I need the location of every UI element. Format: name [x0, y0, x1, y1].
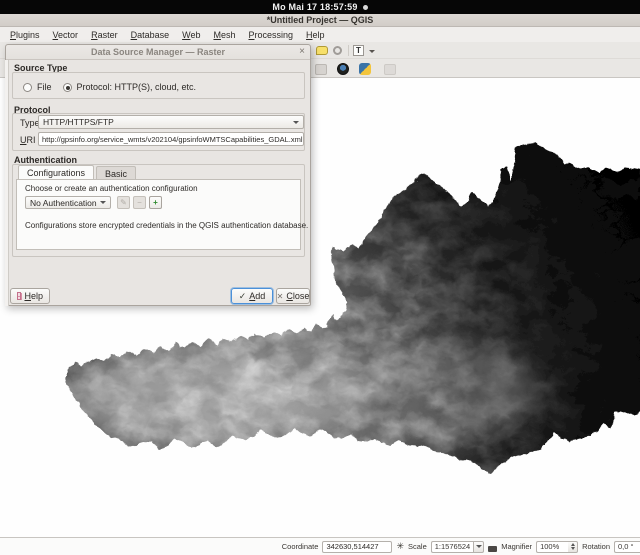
uri-label: URI: [20, 135, 36, 145]
map-tips-icon[interactable]: [316, 44, 329, 57]
close-button[interactable]: ✕ Close: [276, 288, 310, 304]
magnifier-value: 100%: [536, 541, 568, 553]
close-icon: ✕: [277, 292, 284, 301]
add-button-label: Add: [249, 291, 265, 301]
plus-icon: +: [153, 198, 158, 207]
menu-item-vector[interactable]: Vector: [53, 30, 79, 40]
source-type-group: File Protocol: HTTP(S), cloud, etc.: [12, 72, 305, 99]
uri-input[interactable]: http://gpsinfo.org/service_wmts/v202104/…: [38, 132, 304, 146]
rotation-spinbox[interactable]: 0,0 °: [614, 541, 640, 553]
auth-remove-button[interactable]: −: [133, 196, 146, 209]
scale-lock-icon[interactable]: [488, 542, 497, 552]
magnifier-label: Magnifier: [501, 542, 532, 551]
python-console-icon[interactable]: [359, 62, 372, 75]
rotation-label: Rotation: [582, 542, 610, 551]
auth-choose-label: Choose or create an authentication confi…: [25, 184, 198, 193]
auth-config-value: No Authentication: [30, 198, 97, 208]
scale-label: Scale: [408, 542, 427, 551]
extents-icon[interactable]: ✳: [396, 542, 404, 551]
minus-icon: −: [137, 198, 142, 207]
menu-item-database[interactable]: Database: [131, 30, 170, 40]
auth-tabbar: Configurations Basic: [18, 165, 138, 180]
scale-value: 1:1576524: [431, 541, 473, 553]
help-button-label: Help: [24, 291, 43, 301]
menu-item-help[interactable]: Help: [306, 30, 325, 40]
globe-plugin-icon[interactable]: [337, 62, 350, 75]
help-button[interactable]: Help: [10, 288, 50, 304]
window-title: *Untitled Project — QGIS: [267, 15, 374, 25]
text-annotation-icon[interactable]: T: [353, 44, 366, 57]
dialog-close-icon[interactable]: ×: [299, 46, 305, 57]
dialog-title: Data Source Manager — Raster: [91, 47, 225, 57]
auth-tab-panel: Choose or create an authentication confi…: [16, 179, 301, 250]
menu-item-plugins[interactable]: Plugins: [10, 30, 40, 40]
auth-add-button[interactable]: +: [149, 196, 162, 209]
radio-protocol-label[interactable]: Protocol: HTTP(S), cloud, etc.: [77, 82, 197, 92]
dialog-titlebar[interactable]: Data Source Manager — Raster ×: [6, 45, 310, 60]
menubar: Plugins Vector Raster Database Web Mesh …: [0, 27, 640, 42]
chevron-down-icon: [100, 201, 106, 204]
menu-item-web[interactable]: Web: [182, 30, 200, 40]
scale-combobox[interactable]: 1:1576524: [431, 541, 484, 553]
qgis-screen: Mo Mai 17 18:57:59 *Untitled Project — Q…: [0, 0, 640, 555]
radio-protocol[interactable]: [63, 83, 72, 92]
window-titlebar[interactable]: *Untitled Project — QGIS: [0, 14, 640, 27]
disabled-plugin-icon[interactable]: [384, 62, 397, 75]
menu-item-raster[interactable]: Raster: [91, 30, 118, 40]
toolbar-separator: [348, 45, 349, 56]
menu-item-mesh[interactable]: Mesh: [213, 30, 235, 40]
system-status-dot-icon: [363, 5, 368, 10]
disabled-tool-icon[interactable]: [315, 62, 328, 75]
system-clock[interactable]: Mo Mai 17 18:57:59: [272, 2, 357, 12]
add-button[interactable]: ✓ Add: [231, 288, 273, 304]
auth-config-combobox[interactable]: No Authentication: [25, 196, 111, 209]
tab-configurations[interactable]: Configurations: [18, 165, 94, 180]
rotation-value: 0,0 °: [614, 541, 640, 553]
check-icon: ✓: [239, 291, 247, 302]
chevron-down-icon[interactable]: [473, 541, 484, 553]
chevron-down-icon: [293, 121, 299, 124]
magnifier-spinbox[interactable]: 100%: [536, 541, 578, 553]
help-icon: [17, 292, 21, 300]
coordinate-label: Coordinate: [282, 542, 319, 551]
radio-file[interactable]: [23, 83, 32, 92]
auth-edit-button[interactable]: ✎: [117, 196, 130, 209]
auth-note: Configurations store encrypted credentia…: [25, 221, 308, 230]
type-combobox[interactable]: HTTP/HTTPS/FTP: [38, 115, 304, 129]
tab-basic[interactable]: Basic: [96, 166, 136, 180]
bookmark-icon[interactable]: [333, 44, 346, 57]
radio-file-label[interactable]: File: [37, 82, 52, 92]
spinner-arrows-icon[interactable]: [568, 541, 578, 553]
system-top-bar: Mo Mai 17 18:57:59: [0, 0, 640, 14]
close-button-label: Close: [286, 291, 309, 301]
dialog-left-panel-edge: [5, 60, 9, 306]
statusbar: Coordinate 342630,514427 ✳ Scale 1:15765…: [0, 537, 640, 555]
pencil-icon: ✎: [120, 198, 127, 207]
type-label: Type: [20, 118, 40, 128]
menu-item-processing[interactable]: Processing: [248, 30, 293, 40]
coordinate-input[interactable]: 342630,514427: [322, 541, 392, 553]
type-value: HTTP/HTTPS/FTP: [43, 117, 114, 127]
data-source-manager-dialog: Data Source Manager — Raster × Source Ty…: [5, 44, 311, 306]
chevron-down-icon: [369, 50, 375, 53]
